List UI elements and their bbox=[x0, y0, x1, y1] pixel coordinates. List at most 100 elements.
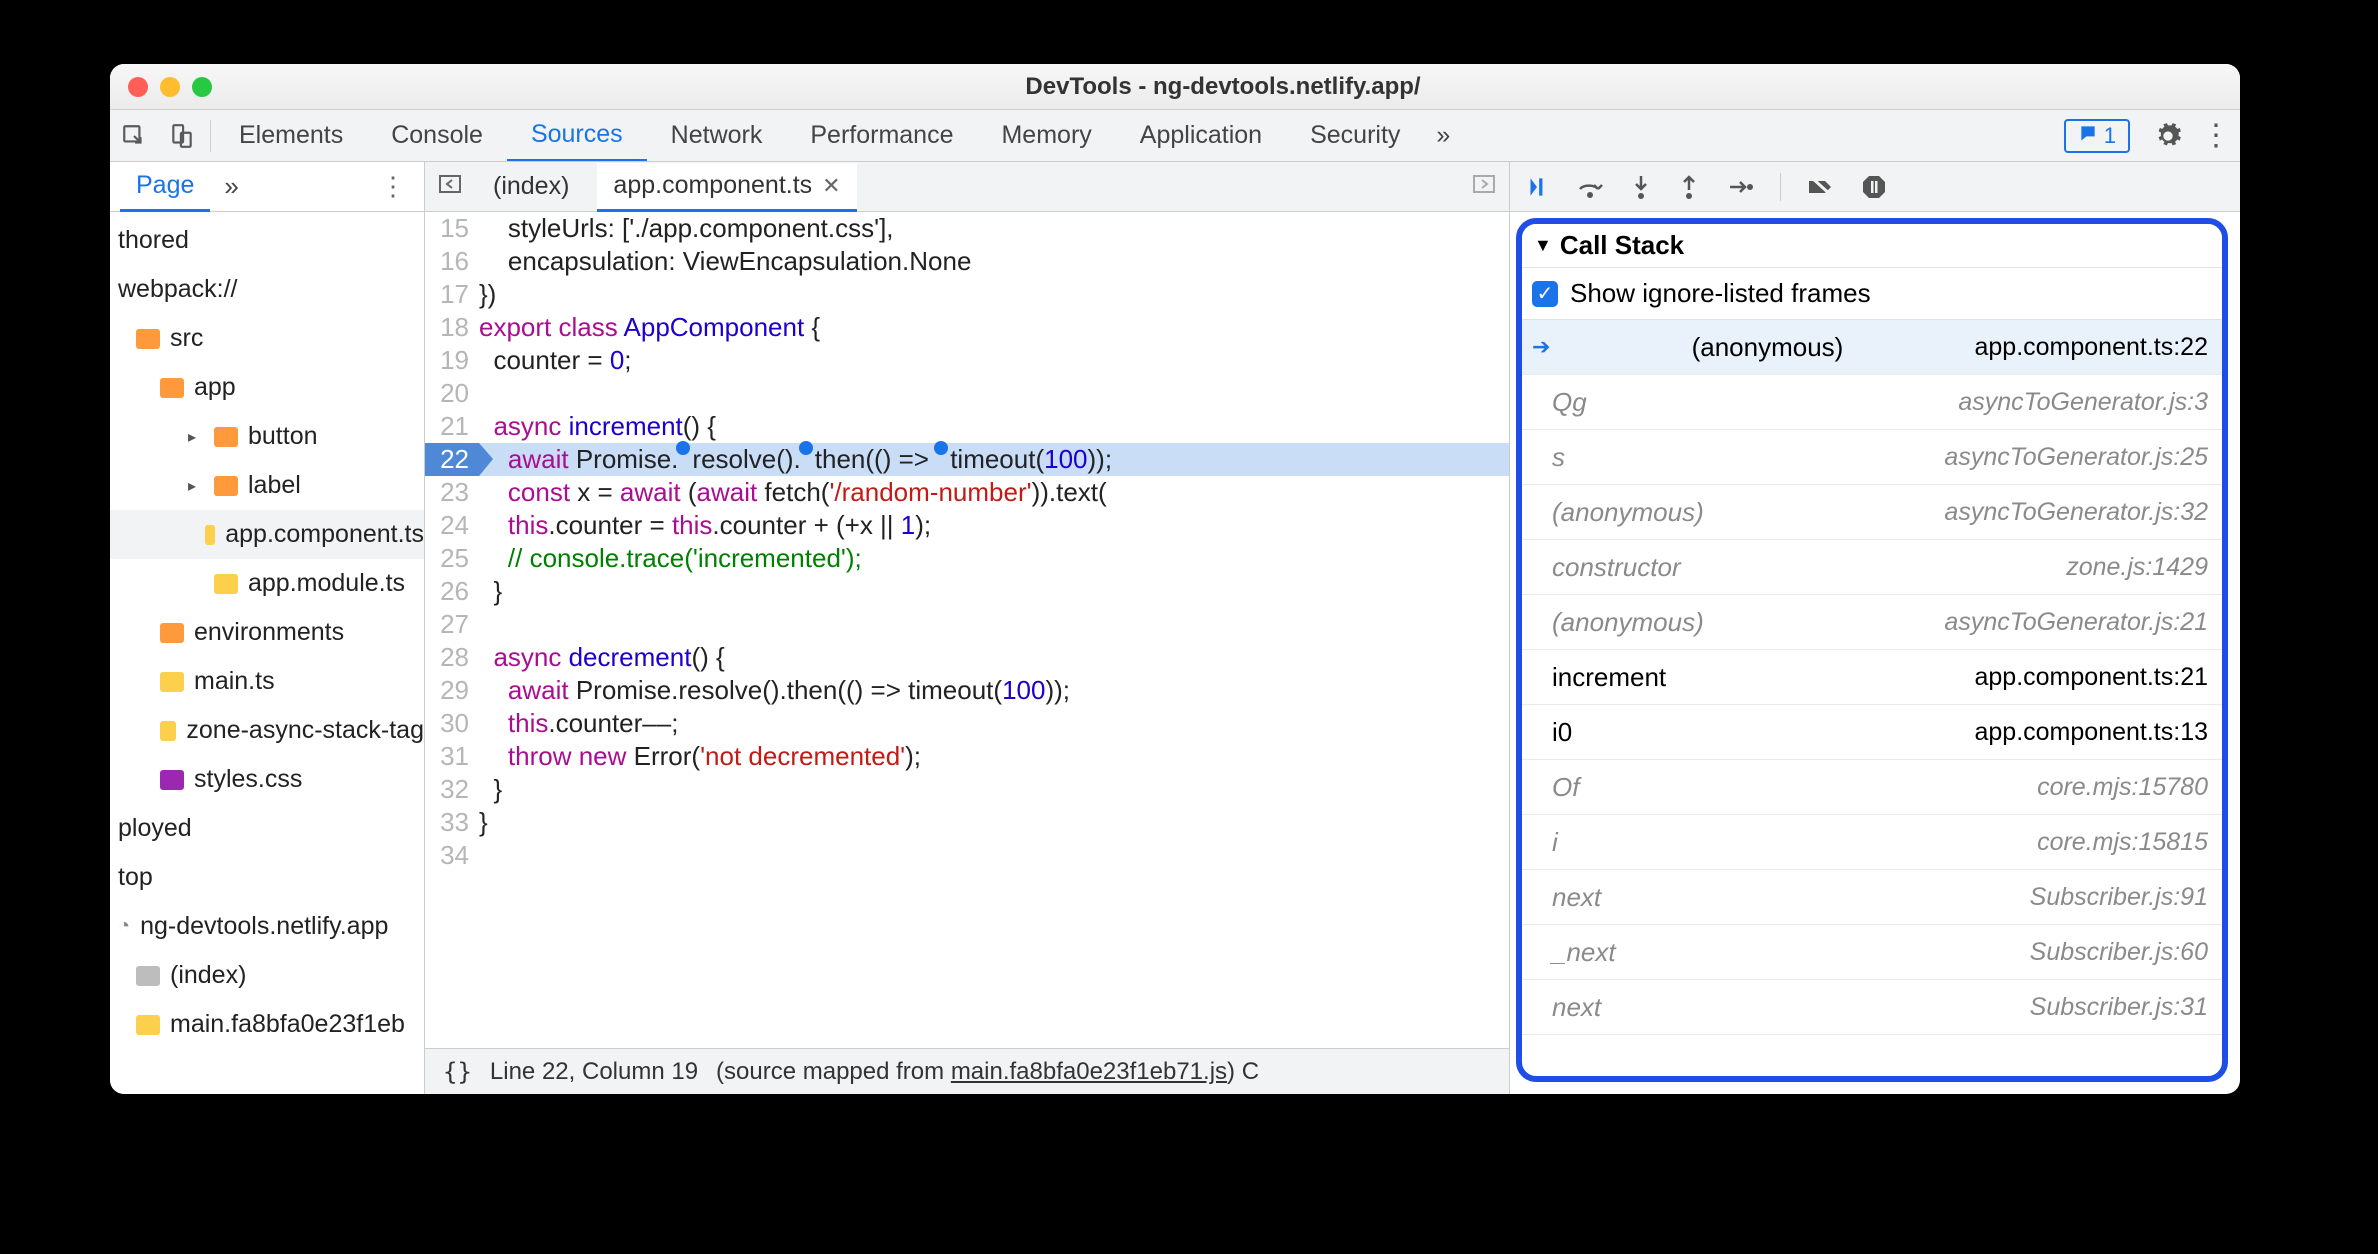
tree-item[interactable]: ployed bbox=[110, 804, 424, 853]
call-stack-frame[interactable]: (anonymous)asyncToGenerator.js:21 bbox=[1522, 595, 2222, 650]
tabs-overflow[interactable]: » bbox=[1424, 110, 1462, 161]
frame-function: (anonymous) bbox=[1552, 497, 1704, 528]
navigator-menu-icon[interactable]: ⋮ bbox=[362, 171, 424, 202]
call-stack-highlight: ▼Call Stack ✓Show ignore-listed frames (… bbox=[1516, 218, 2228, 1082]
navigator-tab-page[interactable]: Page bbox=[120, 163, 210, 212]
frame-function: i0 bbox=[1552, 717, 1572, 748]
call-stack-frame[interactable]: next Subscriber.js:91 bbox=[1522, 870, 2222, 925]
frame-location: asyncToGenerator.js:32 bbox=[1944, 498, 2208, 527]
call-stack-header[interactable]: ▼Call Stack bbox=[1522, 224, 2222, 268]
tree-item[interactable]: thored bbox=[110, 216, 424, 265]
call-stack-frame[interactable]: i0 app.component.ts:13 bbox=[1522, 705, 2222, 760]
nav-fwd-icon[interactable] bbox=[1469, 174, 1499, 200]
tree-file[interactable]: app.module.ts bbox=[110, 559, 424, 608]
tab-performance[interactable]: Performance bbox=[786, 110, 977, 161]
navigator-tabs-overflow[interactable]: » bbox=[210, 171, 252, 202]
step-over-icon[interactable] bbox=[1576, 175, 1604, 199]
tree-file[interactable]: main.fa8bfa0e23f1eb bbox=[110, 1000, 424, 1049]
folder-icon bbox=[160, 623, 184, 643]
step-into-icon[interactable] bbox=[1630, 174, 1652, 200]
tab-memory[interactable]: Memory bbox=[977, 110, 1115, 161]
tree-file[interactable]: main.ts bbox=[110, 657, 424, 706]
step-out-icon[interactable] bbox=[1678, 174, 1700, 200]
kebab-menu-icon[interactable]: ⋮ bbox=[2192, 118, 2240, 153]
file-icon bbox=[214, 574, 238, 594]
call-stack-frame[interactable]: sasyncToGenerator.js:25 bbox=[1522, 430, 2222, 485]
frame-location: app.component.ts:13 bbox=[1975, 718, 2209, 747]
file-tree: thored webpack:// src app ▸button ▸label… bbox=[110, 212, 424, 1049]
call-stack-frame[interactable]: (anonymous) asyncToGenerator.js:32 bbox=[1522, 485, 2222, 540]
call-stack-frame[interactable]: incrementapp.component.ts:21 bbox=[1522, 650, 2222, 705]
source-map-link[interactable]: main.fa8bfa0e23f1eb71.js bbox=[951, 1058, 1227, 1085]
show-ignored-toggle[interactable]: ✓Show ignore-listed frames bbox=[1522, 268, 2222, 320]
deactivate-breakpoints-icon[interactable] bbox=[1807, 175, 1835, 199]
tab-security[interactable]: Security bbox=[1286, 110, 1424, 161]
call-stack-frame[interactable]: QgasyncToGenerator.js:3 bbox=[1522, 375, 2222, 430]
frame-location: app.component.ts:21 bbox=[1975, 663, 2209, 692]
tree-item[interactable]: top bbox=[110, 853, 424, 902]
frame-function: Qg bbox=[1552, 387, 1587, 418]
inspect-element-icon[interactable] bbox=[110, 123, 158, 149]
tree-file-selected[interactable]: app.component.ts bbox=[110, 510, 424, 559]
close-window-button[interactable] bbox=[128, 77, 148, 97]
editor-tab-active[interactable]: app.component.ts✕ bbox=[597, 163, 856, 212]
tree-item[interactable]: ◔ng-devtools.netlify.app bbox=[110, 902, 424, 951]
file-icon bbox=[136, 1015, 160, 1035]
call-stack-frame[interactable]: nextSubscriber.js:31 bbox=[1522, 980, 2222, 1035]
close-tab-icon[interactable]: ✕ bbox=[822, 173, 840, 199]
device-toolbar-icon[interactable] bbox=[158, 123, 206, 149]
editor-tab[interactable]: (index) bbox=[477, 162, 585, 211]
tab-console[interactable]: Console bbox=[367, 110, 507, 161]
tree-item[interactable]: webpack:// bbox=[110, 265, 424, 314]
current-execution-line: 22 await Promise.resolve().then(() => ti… bbox=[425, 443, 1509, 476]
debugger-pane: ▼Call Stack ✓Show ignore-listed frames (… bbox=[1510, 162, 2240, 1094]
frame-function: next bbox=[1552, 882, 1601, 913]
call-stack-frame[interactable]: icore.mjs:15815 bbox=[1522, 815, 2222, 870]
tree-file[interactable]: zone-async-stack-tag bbox=[110, 706, 424, 755]
file-icon bbox=[136, 966, 160, 986]
tree-folder[interactable]: ▸label bbox=[110, 461, 424, 510]
code-editor[interactable]: 15 styleUrls: ['./app.component.css'], 1… bbox=[425, 212, 1509, 1048]
devtools-tabbar: Elements Console Sources Network Perform… bbox=[110, 110, 2240, 162]
tree-folder[interactable]: environments bbox=[110, 608, 424, 657]
chevron-right-icon: ▸ bbox=[188, 476, 204, 496]
tab-application[interactable]: Application bbox=[1116, 110, 1286, 161]
folder-icon bbox=[160, 378, 184, 398]
checkbox-checked-icon: ✓ bbox=[1532, 281, 1558, 307]
call-stack-frame[interactable]: Ofcore.mjs:15780 bbox=[1522, 760, 2222, 815]
frame-function: (anonymous) bbox=[1692, 332, 1844, 363]
file-icon bbox=[205, 525, 215, 545]
step-icon[interactable] bbox=[1726, 176, 1754, 198]
step-marker-icon bbox=[934, 441, 948, 455]
call-stack-list: (anonymous)app.component.ts:22QgasyncToG… bbox=[1522, 320, 2222, 1076]
console-messages-button[interactable]: 1 bbox=[2064, 119, 2130, 153]
tree-folder[interactable]: src bbox=[110, 314, 424, 363]
nav-back-icon[interactable] bbox=[435, 174, 465, 200]
frame-function: i bbox=[1552, 827, 1558, 858]
frame-location: Subscriber.js:91 bbox=[2030, 883, 2208, 912]
file-icon bbox=[160, 672, 184, 692]
zoom-window-button[interactable] bbox=[192, 77, 212, 97]
file-icon bbox=[160, 770, 184, 790]
tree-folder[interactable]: ▸button bbox=[110, 412, 424, 461]
frame-function: _next bbox=[1552, 937, 1616, 968]
frame-location: zone.js:1429 bbox=[2066, 553, 2208, 582]
tree-file[interactable]: styles.css bbox=[110, 755, 424, 804]
tab-elements[interactable]: Elements bbox=[215, 110, 367, 161]
resume-icon[interactable] bbox=[1524, 174, 1550, 200]
call-stack-frame[interactable]: constructorzone.js:1429 bbox=[1522, 540, 2222, 595]
pretty-print-icon[interactable]: {} bbox=[443, 1058, 472, 1086]
message-count: 1 bbox=[2104, 123, 2116, 149]
minimize-window-button[interactable] bbox=[160, 77, 180, 97]
pause-exceptions-icon[interactable] bbox=[1861, 174, 1887, 200]
devtools-window: DevTools - ng-devtools.netlify.app/ Elem… bbox=[110, 64, 2240, 1094]
call-stack-frame[interactable]: (anonymous)app.component.ts:22 bbox=[1522, 320, 2222, 375]
tree-file[interactable]: (index) bbox=[110, 951, 424, 1000]
call-stack-frame[interactable]: _nextSubscriber.js:60 bbox=[1522, 925, 2222, 980]
tree-folder[interactable]: app bbox=[110, 363, 424, 412]
tab-network[interactable]: Network bbox=[647, 110, 787, 161]
tab-sources[interactable]: Sources bbox=[507, 111, 647, 162]
folder-icon bbox=[214, 476, 238, 496]
editor-pane: (index) app.component.ts✕ 15 styleUrls: … bbox=[425, 162, 1510, 1094]
settings-icon[interactable] bbox=[2144, 122, 2192, 150]
